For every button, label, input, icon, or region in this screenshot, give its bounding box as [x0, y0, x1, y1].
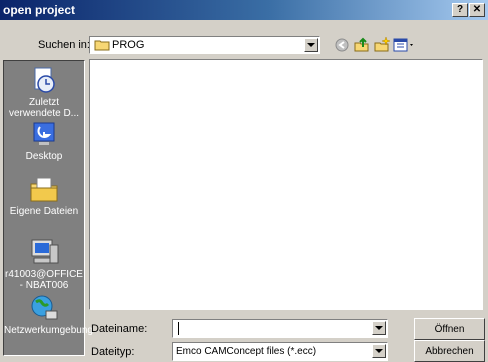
desktop-icon	[33, 122, 55, 145]
place-network[interactable]: Netzwerkumgebung	[4, 293, 93, 336]
window-title: open project	[3, 3, 76, 17]
up-folder-icon[interactable]	[353, 36, 371, 54]
filename-combo[interactable]	[172, 319, 388, 338]
my-documents-icon	[30, 177, 58, 202]
filetype-combo[interactable]: Emco CAMConcept files (*.ecc)	[172, 342, 388, 361]
open-button[interactable]: Öffnen	[414, 318, 485, 340]
text-caret	[178, 322, 179, 335]
chevron-down-icon	[307, 43, 315, 47]
lookin-value: PROG	[112, 39, 145, 51]
view-menu-icon[interactable]	[392, 36, 418, 54]
help-button[interactable]: ?	[452, 3, 468, 17]
chevron-down-icon	[375, 326, 383, 330]
lookin-dropdown-button[interactable]	[304, 38, 318, 52]
place-my-documents[interactable]: Eigene Dateien	[4, 174, 84, 217]
filetype-dropdown-button[interactable]	[372, 344, 386, 358]
cancel-button[interactable]: Abbrechen	[414, 340, 485, 362]
file-list[interactable]	[89, 59, 483, 310]
filename-dropdown-button[interactable]	[372, 321, 386, 335]
network-icon	[31, 295, 58, 320]
place-recent[interactable]: Zuletzt verwendete D...	[4, 65, 84, 119]
place-label: Zuletzt verwendete D...	[8, 97, 80, 119]
place-label: Eigene Dateien	[9, 206, 79, 217]
new-folder-icon[interactable]	[373, 36, 391, 54]
lookin-combo[interactable]: PROG	[89, 36, 320, 54]
place-label: Desktop	[25, 151, 63, 162]
filetype-value: Emco CAMConcept files (*.ecc)	[176, 346, 317, 357]
folder-icon	[94, 40, 110, 51]
filetype-label: Dateityp:	[91, 346, 135, 358]
back-icon[interactable]	[333, 36, 351, 54]
close-button[interactable]: ✕	[469, 3, 485, 17]
place-my-computer[interactable]: r41003@OFFICE - NBAT006	[4, 237, 84, 291]
chevron-down-icon	[375, 349, 383, 353]
filename-label: Dateiname:	[91, 323, 148, 335]
places-bar: Zuletzt verwendete D... Desktop Eigene D…	[3, 60, 93, 356]
my-computer-icon	[31, 239, 59, 264]
place-label: Netzwerkumgebung	[4, 325, 93, 336]
lookin-label: Suchen in:	[38, 39, 90, 51]
place-desktop[interactable]: Desktop	[4, 119, 84, 162]
recent-icon	[34, 67, 55, 93]
place-label: r41003@OFFICE - NBAT006	[5, 269, 83, 291]
title-bar[interactable]: open project ? ✕	[0, 0, 488, 20]
